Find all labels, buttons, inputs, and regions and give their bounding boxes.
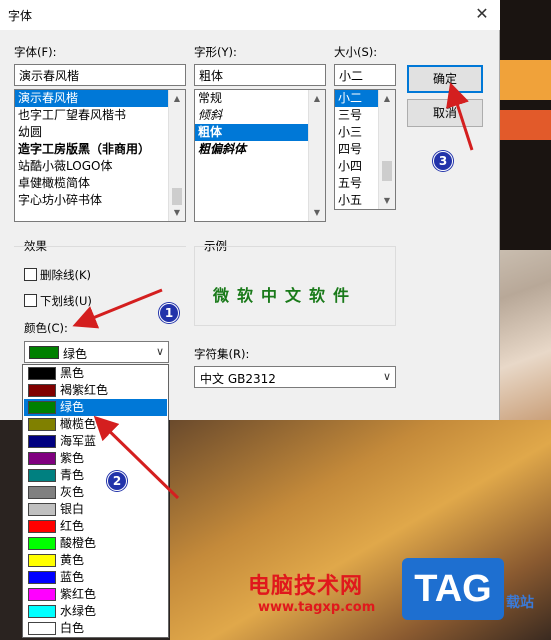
arrow-to-color-label [72,288,163,329]
watermark-tail: 载站 [506,595,534,611]
step-badge-2: 2 [107,471,127,491]
watermark-logo: TAG [402,558,504,620]
step-badge-3: 3 [433,151,453,171]
step-badge-1: 1 [159,303,179,323]
watermark-site: 电脑技术网 [248,574,364,599]
annotation-arrows [72,82,474,500]
watermark-url: www.tagxp.com [258,600,376,615]
arrow-to-ok-button [446,82,474,151]
